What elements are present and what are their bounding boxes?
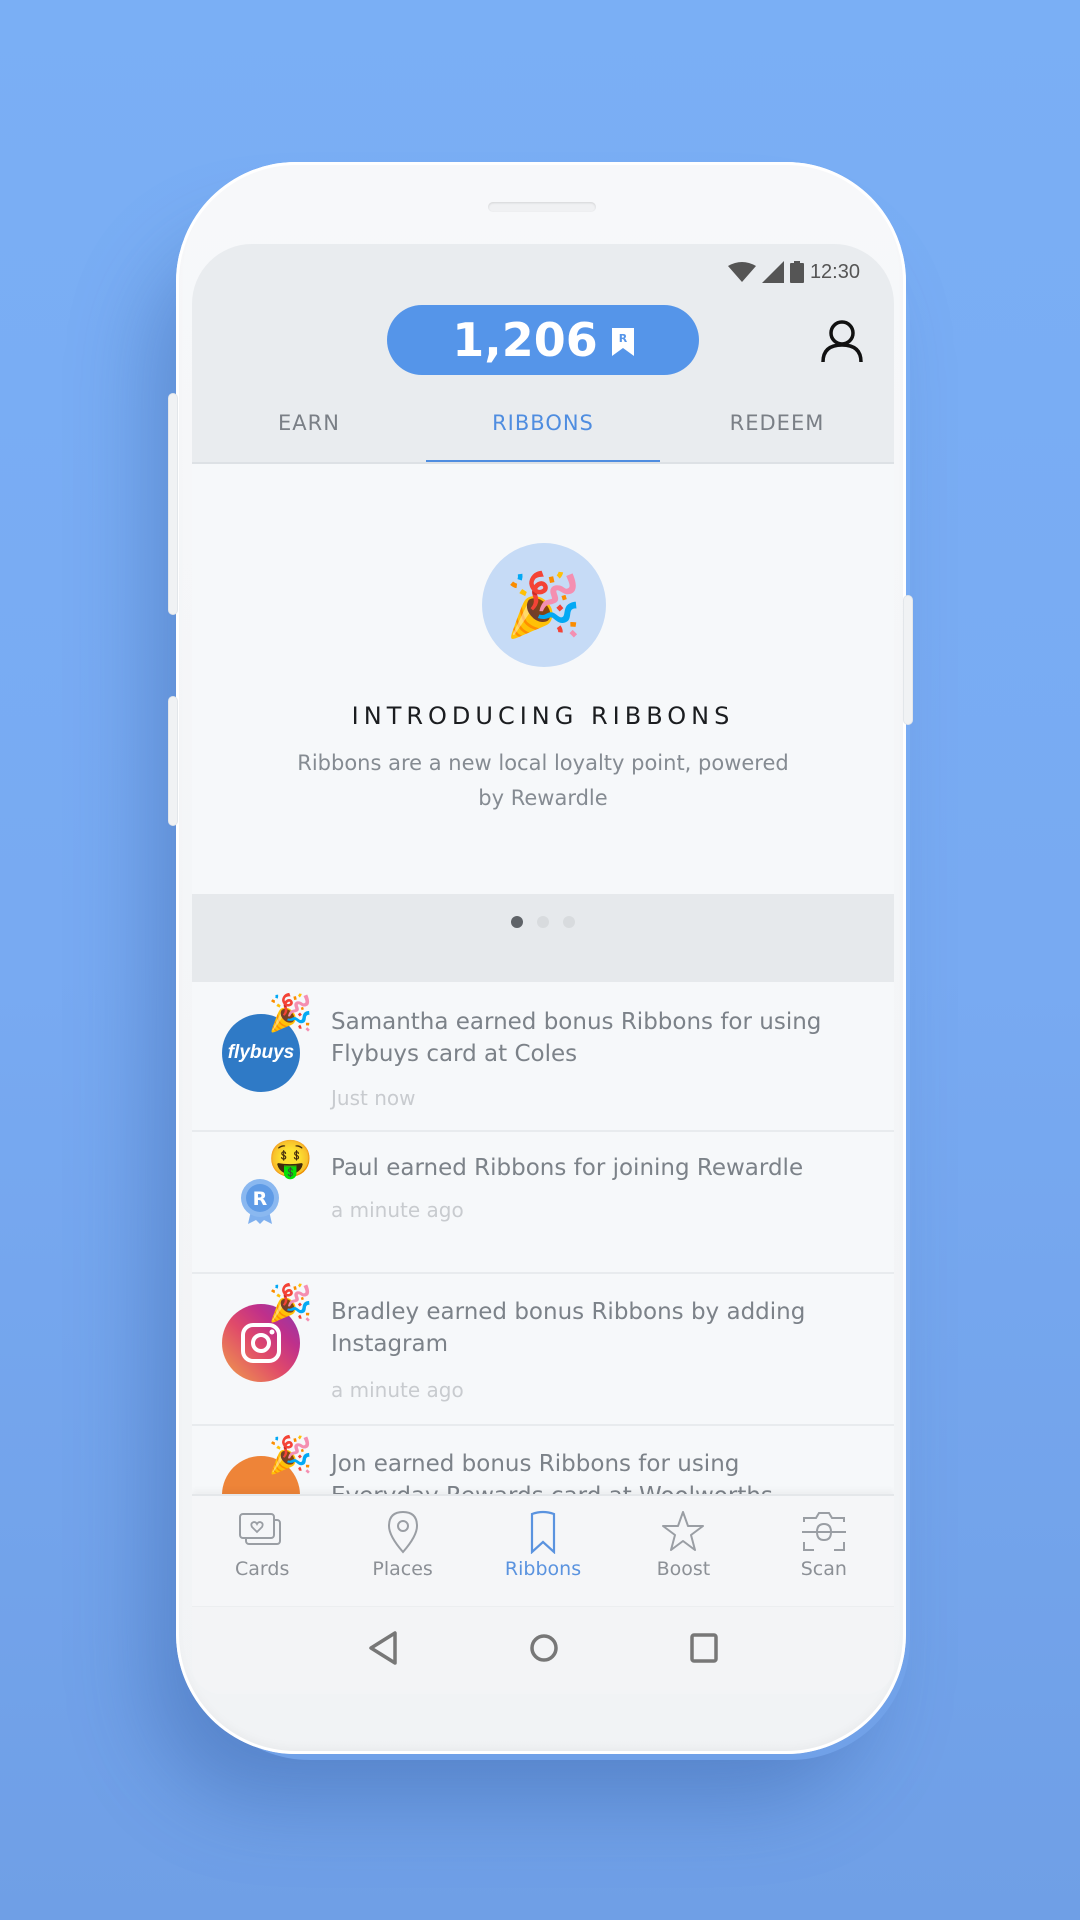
status-bar: 12:30 [727,252,860,292]
phone-side-button-left-2 [169,697,177,825]
recents-icon[interactable] [689,1632,719,1669]
battery-icon [789,261,804,283]
feed-item-text: Samantha earned bonus Ribbons for using … [331,1009,822,1067]
back-icon[interactable] [367,1630,399,1671]
list-item[interactable]: R 🤑 Paul earned Ribbons for joining Rewa… [192,1130,894,1274]
ribbon-r-icon: R [611,313,634,367]
list-item[interactable]: 🎉 Jon earned bonus Ribbons for using Eve… [192,1424,894,1494]
feed-item-time: a minute ago [331,1198,464,1222]
signal-icon [761,261,784,283]
tab-redeem[interactable]: REDEEM [660,394,894,464]
rewardle-ribbon-badge: R [240,1178,280,1231]
wifi-icon [727,262,756,282]
system-navigation-bar [192,1606,894,1694]
intro-card: 🎉 INTRODUCING RIBBONS Ribbons are a new … [192,464,894,894]
nav-boost[interactable]: Boost [613,1496,753,1608]
tab-earn[interactable]: EARN [192,394,426,464]
points-balance-button[interactable]: 1,206 R [387,305,699,375]
feed-item-text: Jon earned bonus Ribbons for using Every… [331,1451,773,1494]
nav-label: Places [372,1558,433,1580]
svg-text:R: R [619,332,628,345]
cards-icon [239,1513,282,1545]
money-mouth-face-icon: 🤑 [268,1138,313,1179]
points-value: 1,206 [452,313,598,367]
feed-item-text: Paul earned Ribbons for joining Rewardle [331,1155,804,1181]
list-item[interactable]: flybuys 🎉 Samantha earned bonus Ribbons … [192,982,894,1132]
nav-label: Cards [235,1558,290,1580]
feed-item-time: a minute ago [331,1378,464,1402]
nav-label: Boost [656,1558,711,1580]
tab-ribbons[interactable]: RIBBONS [426,394,660,464]
nav-scan[interactable]: Scan [754,1496,894,1608]
bookmark-ribbon-icon [530,1510,556,1554]
activity-feed[interactable]: flybuys 🎉 Samantha earned bonus Ribbons … [192,982,894,1494]
phone-side-button-right [904,596,912,724]
phone-side-button-left-1 [169,394,177,614]
carousel-dot-1[interactable] [511,916,523,928]
star-icon [662,1511,705,1551]
party-popper-icon: 🎉 [268,1434,313,1475]
feed-item-time: Just now [331,1086,416,1110]
nav-label: Ribbons [504,1558,582,1580]
party-popper-icon: 🎉 [268,992,313,1033]
intro-title: INTRODUCING RIBBONS [351,702,735,730]
app-header: 12:30 1,206 R EARN RIBBONS REDEEM [192,244,894,464]
carousel-indicator-band [192,894,894,982]
party-popper-icon: 🎉 [482,543,606,667]
scan-camera-icon [801,1512,846,1551]
carousel-dots [192,916,894,928]
party-popper-icon: 🎉 [268,1282,313,1323]
feed-item-text: Bradley earned bonus Ribbons by adding I… [331,1299,806,1357]
location-pin-icon [387,1510,418,1554]
home-icon[interactable] [528,1632,560,1669]
nav-ribbons[interactable]: Ribbons [473,1496,613,1608]
intro-description: Ribbons are a new local loyalty point, p… [297,751,789,810]
nav-places[interactable]: Places [332,1496,472,1608]
svg-text:R: R [253,1188,268,1210]
user-icon[interactable] [820,319,864,363]
carousel-dot-2[interactable] [537,916,549,928]
bottom-nav: Cards Places Ribbons Boost Scan [192,1494,894,1608]
nav-label: Scan [800,1558,847,1580]
top-tabs: EARN RIBBONS REDEEM [192,394,894,464]
list-item[interactable]: 🎉 Bradley earned bonus Ribbons by adding… [192,1272,894,1426]
app-screen: 12:30 1,206 R EARN RIBBONS REDEEM 🎉 INTR… [192,244,894,1694]
phone-speaker [488,202,596,212]
status-time: 12:30 [809,260,860,283]
nav-cards[interactable]: Cards [192,1496,332,1608]
carousel-dot-3[interactable] [563,916,575,928]
